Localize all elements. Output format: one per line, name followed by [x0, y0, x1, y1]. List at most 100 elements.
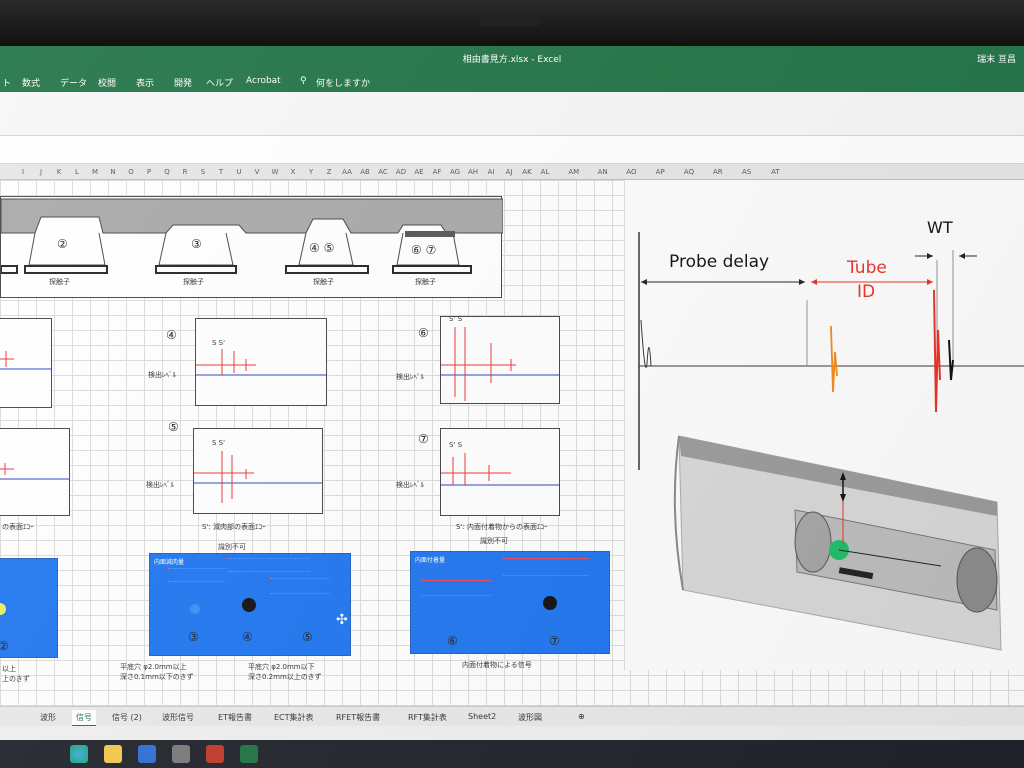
scope-6[interactable]: S' S — [440, 315, 560, 404]
waveform-image-panel[interactable]: WT Probe delay Tube ID — [624, 180, 1024, 670]
lightbulb-icon[interactable]: ⚲ — [300, 76, 307, 86]
sheet-tab[interactable]: 波形図 — [514, 710, 546, 725]
app-icon[interactable] — [172, 745, 190, 763]
app-icon[interactable] — [206, 745, 224, 763]
column-header[interactable]: R — [176, 168, 194, 176]
column-header[interactable]: K — [50, 168, 68, 176]
column-header[interactable]: AA — [338, 168, 356, 176]
column-header[interactable]: AM — [565, 168, 583, 176]
blue-panel-right[interactable]: 内面付着量 ⑥ ⑦ — [410, 551, 610, 654]
probe-number-3: ③ — [191, 237, 202, 251]
app-icon[interactable] — [138, 745, 156, 763]
sheet-tab[interactable]: ET報告書 — [214, 710, 256, 725]
windows-taskbar — [0, 740, 1024, 768]
column-header[interactable]: X — [284, 168, 302, 176]
column-header[interactable]: AP — [651, 168, 669, 176]
column-header[interactable]: U — [230, 168, 248, 176]
tab-acrobat[interactable]: Acrobat — [246, 76, 281, 86]
wt-label: WT — [927, 218, 953, 237]
scope-4[interactable]: S S' — [195, 318, 327, 406]
column-header[interactable]: AQ — [680, 168, 698, 176]
yellow-dot — [0, 603, 6, 615]
probe-label: 探触子 — [313, 278, 334, 286]
tab-data[interactable]: データ — [60, 76, 87, 89]
column-header[interactable]: AF — [428, 168, 446, 176]
column-header[interactable]: P — [140, 168, 158, 176]
scope-num-7: ⑦ — [418, 432, 429, 446]
column-header[interactable]: Q — [158, 168, 176, 176]
blue-panel-mid[interactable]: 内面減肉量 ③ ④ ⑤ ✣ — [149, 553, 351, 656]
sheet-tab[interactable]: 波形 — [36, 710, 60, 725]
edge-icon[interactable] — [70, 745, 88, 763]
column-header[interactable]: N — [104, 168, 122, 176]
column-header[interactable]: AL — [536, 168, 554, 176]
scope-7[interactable]: S' S — [440, 428, 560, 516]
sheet-tab[interactable]: RFT集計表 — [404, 710, 451, 725]
column-header[interactable]: AH — [464, 168, 482, 176]
column-header[interactable]: AK — [518, 168, 536, 176]
column-header[interactable]: O — [122, 168, 140, 176]
column-header[interactable]: AJ — [500, 168, 518, 176]
column-header[interactable]: AG — [446, 168, 464, 176]
sheet-tab[interactable]: 波形信号 — [158, 710, 198, 725]
column-header[interactable]: AC — [374, 168, 392, 176]
excel-icon[interactable] — [240, 745, 258, 763]
scope-left-2-svg — [0, 463, 70, 480]
sheet-tab[interactable]: RFET報告書 — [332, 710, 384, 725]
unidentifiable-label-mid: 識別不可 — [218, 543, 246, 551]
probe-label: 探触子 — [183, 278, 204, 286]
tab-help[interactable]: ヘルプ — [206, 76, 233, 89]
column-header[interactable]: V — [248, 168, 266, 176]
tab-view[interactable]: 表示 — [136, 76, 154, 89]
sheet-tab[interactable]: ECT集計表 — [270, 710, 318, 725]
laptop-bezel — [0, 0, 1024, 46]
column-header[interactable]: AT — [766, 168, 784, 176]
column-header[interactable]: J — [32, 168, 50, 176]
file-explorer-icon[interactable] — [104, 745, 122, 763]
column-header[interactable]: I — [14, 168, 32, 176]
blue-panel-left[interactable]: ② — [0, 558, 58, 658]
sheet-tab[interactable]: Sheet2 — [464, 710, 500, 723]
column-header[interactable]: M — [86, 168, 104, 176]
scope-5[interactable]: S S' — [193, 428, 323, 514]
column-header[interactable]: AI — [482, 168, 500, 176]
column-header[interactable]: AO — [622, 168, 640, 176]
ribbon-body — [0, 92, 1024, 136]
column-header[interactable]: AD — [392, 168, 410, 176]
tell-me-search[interactable]: 何をしますか — [316, 76, 370, 89]
black-dot — [242, 598, 256, 612]
mid-caption-b2: 深さ0.2mm以上のきず — [248, 673, 322, 681]
red-note — [503, 558, 589, 576]
column-header[interactable]: AB — [356, 168, 374, 176]
column-header[interactable]: Y — [302, 168, 320, 176]
sheet-tab[interactable]: 信号 (2) — [108, 710, 146, 725]
blue-left-num: ② — [0, 639, 9, 653]
formula-bar[interactable] — [0, 136, 1024, 164]
mid-caption-b: 平底穴 φ2.0mm以下 — [248, 663, 315, 671]
column-header[interactable]: Z — [320, 168, 338, 176]
detect-level-label: 検出ﾚﾍﾞﾙ — [146, 481, 174, 489]
column-header[interactable]: S — [194, 168, 212, 176]
tab-home-partial[interactable]: ト — [2, 76, 11, 89]
excel-window: 相由書見方.xlsx - Excel 瑞末 亘昌 ト 数式 データ 校閲 表示 … — [0, 46, 1024, 768]
column-header[interactable]: AR — [709, 168, 727, 176]
probe-diagram[interactable]: ② ③ ④ ⑤ ⑥ ⑦ 探触子 探触子 探触子 探触子 — [0, 196, 504, 298]
column-header[interactable]: AE — [410, 168, 428, 176]
scope-left-2[interactable] — [0, 428, 70, 516]
scope-num-6: ⑥ — [418, 326, 429, 340]
mid-caption-a: 平底穴 φ2.0mm以上 — [120, 663, 187, 671]
webcam — [480, 14, 540, 26]
column-header[interactable]: L — [68, 168, 86, 176]
column-header[interactable]: T — [212, 168, 230, 176]
tab-formulas[interactable]: 数式 — [22, 76, 40, 89]
user-name[interactable]: 瑞末 亘昌 — [977, 52, 1016, 65]
tab-developer[interactable]: 開発 — [174, 76, 192, 89]
scope-left-1[interactable] — [0, 318, 52, 408]
column-header[interactable]: AS — [738, 168, 756, 176]
blue-right-num-6: ⑥ — [447, 634, 458, 648]
column-header[interactable]: AN — [594, 168, 612, 176]
tab-review[interactable]: 校閲 — [98, 76, 116, 89]
sheet-tab-active[interactable]: 信号 — [72, 710, 96, 727]
column-header[interactable]: W — [266, 168, 284, 176]
add-sheet-icon[interactable]: ⊕ — [574, 710, 589, 723]
